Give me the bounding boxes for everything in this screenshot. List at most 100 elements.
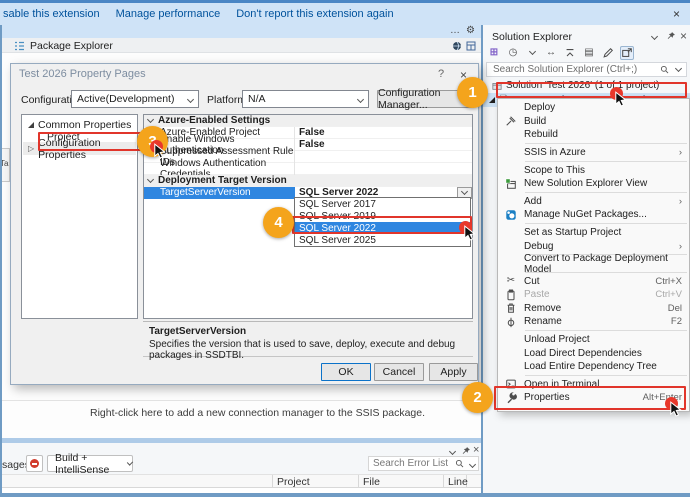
window-bottom-border xyxy=(0,493,690,497)
browser-icon[interactable] xyxy=(452,41,462,51)
property-value[interactable] xyxy=(295,151,472,163)
chevron-down-icon[interactable] xyxy=(651,33,658,40)
property-value[interactable]: False xyxy=(295,127,472,139)
pencil-icon[interactable] xyxy=(601,46,615,60)
menu-item-build[interactable]: Build xyxy=(498,115,689,129)
dropdown-chevron-icon[interactable] xyxy=(525,46,539,60)
property-value[interactable]: False xyxy=(295,139,472,151)
property-value[interactable] xyxy=(295,163,472,175)
help-icon[interactable]: ? xyxy=(438,68,444,80)
expanded-arrow-icon[interactable] xyxy=(489,97,495,103)
messages-filter-button[interactable] xyxy=(26,455,43,472)
build-icon xyxy=(498,115,524,127)
error-list-panel: × sages Build + IntelliSense Search Erro… xyxy=(0,443,481,497)
close-icon[interactable]: × xyxy=(680,29,687,43)
close-icon[interactable]: × xyxy=(673,7,680,21)
menu-item-load-direct-dependencies[interactable]: Load Direct Dependencies xyxy=(498,346,689,360)
menu-item-cut[interactable]: ✂CutCtrl+X xyxy=(498,275,689,289)
window-left-border xyxy=(0,25,2,494)
menu-item-label: Load Entire Dependency Tree xyxy=(524,361,682,372)
group-azure-settings[interactable]: Azure-Enabled Settings xyxy=(144,115,472,127)
menu-item-scope-to-this[interactable]: Scope to This xyxy=(498,163,689,177)
menu-item-unload-project[interactable]: Unload Project xyxy=(498,333,689,347)
disable-extension-link[interactable]: sable this extension xyxy=(3,8,100,20)
scissors-icon: ✂ xyxy=(498,276,524,286)
ok-button[interactable]: OK xyxy=(321,363,371,381)
dont-report-link[interactable]: Don't report this extension again xyxy=(236,8,393,20)
menu-item-label: Paste xyxy=(524,289,655,300)
chevron-down-icon[interactable] xyxy=(469,461,476,468)
search-icon[interactable] xyxy=(455,459,464,468)
menu-item-paste[interactable]: PasteCtrl+V xyxy=(498,288,689,302)
pin-icon[interactable] xyxy=(666,31,676,41)
preview-selected-items-icon[interactable] xyxy=(620,46,634,60)
menu-item-label: Unload Project xyxy=(524,334,682,345)
context-menu: DeployBuildRebuild SSIS in Azure› Scope to… xyxy=(497,98,690,412)
menu-item-label: New Solution Explorer View xyxy=(524,178,682,189)
error-list-search-input[interactable]: Search Error List xyxy=(368,456,479,471)
pin-icon[interactable] xyxy=(461,446,471,456)
package-explorer-icon xyxy=(14,41,25,51)
apply-button[interactable]: Apply xyxy=(429,363,478,381)
chevron-down-icon[interactable] xyxy=(449,448,456,455)
close-icon[interactable]: × xyxy=(473,444,479,456)
column-project[interactable]: Project xyxy=(277,476,310,488)
option-sql-2025[interactable]: SQL Server 2025 xyxy=(295,234,470,246)
solution-explorer-search-input[interactable]: Search Solution Explorer (Ctrl+;) xyxy=(486,62,687,77)
column-file[interactable]: File xyxy=(363,476,380,488)
menu-separator xyxy=(525,223,687,224)
column-line[interactable]: Line xyxy=(448,476,468,488)
menu-item-add[interactable]: Add› xyxy=(498,195,689,209)
mouse-cursor-icon xyxy=(669,401,684,417)
menu-item-label: Debug xyxy=(524,241,679,252)
package-explorer-tab-label[interactable]: Package Explorer xyxy=(30,40,113,52)
expanded-arrow-icon[interactable] xyxy=(28,122,34,128)
menu-item-shortcut: Del xyxy=(668,303,682,314)
property-name[interactable]: TargetServerVersion xyxy=(144,187,295,199)
submenu-arrow-icon: › xyxy=(679,196,682,207)
collapse-all-icon[interactable] xyxy=(563,46,577,60)
gear-icon[interactable]: ⚙ xyxy=(466,25,475,36)
menu-item-set-as-startup-project[interactable]: Set as Startup Project xyxy=(498,226,689,240)
manage-performance-link[interactable]: Manage performance xyxy=(116,8,221,20)
group-deployment-target[interactable]: Deployment Target Version xyxy=(144,175,472,187)
mouse-cursor-icon xyxy=(153,143,168,159)
history-filter-icon[interactable]: ◷ xyxy=(506,46,520,60)
menu-item-convert-to-package-deployment-model[interactable]: Convert to Package Deployment Model xyxy=(498,257,689,271)
platform-value: N/A xyxy=(248,93,266,105)
annotation-box-properties xyxy=(494,386,686,410)
menu-item-debug[interactable]: Debug› xyxy=(498,239,689,253)
menu-item-new-solution-explorer-view[interactable]: New Solution Explorer View xyxy=(498,177,689,191)
platform-combo[interactable]: N/A xyxy=(242,90,369,108)
cancel-button[interactable]: Cancel xyxy=(374,363,424,381)
rename-icon xyxy=(498,316,524,328)
menu-item-rebuild[interactable]: Rebuild xyxy=(498,128,689,142)
annotation-badge-4: 4 xyxy=(263,207,294,238)
menu-item-manage-nuget-packages[interactable]: Manage NuGet Packages... xyxy=(498,208,689,222)
menu-item-ssis-in-azure[interactable]: SSIS in Azure› xyxy=(498,146,689,160)
mouse-cursor-icon xyxy=(614,91,629,107)
collapsed-arrow-icon[interactable]: ▷ xyxy=(28,144,34,153)
annotation-box-sql-2022 xyxy=(292,216,472,234)
chevron-down-icon[interactable] xyxy=(675,65,682,72)
mouse-cursor-icon xyxy=(463,225,478,241)
solution-explorer-title: Solution Explorer xyxy=(492,31,572,43)
grid-panel-icon[interactable] xyxy=(466,41,476,51)
menu-item-remove[interactable]: RemoveDel xyxy=(498,302,689,316)
error-filter-combo[interactable]: Build + IntelliSense xyxy=(47,455,133,472)
menu-item-load-entire-dependency-tree[interactable]: Load Entire Dependency Tree xyxy=(498,360,689,374)
menu-item-deploy[interactable]: Deploy xyxy=(498,101,689,115)
more-options-icon[interactable]: … xyxy=(450,25,460,36)
annotation-box-project-node xyxy=(496,82,687,98)
property-row[interactable]: Windows Authentication Credentials xyxy=(144,163,472,175)
sync-active-document-icon[interactable]: ↔ xyxy=(544,46,558,60)
description-title: TargetServerVersion xyxy=(149,326,246,337)
switch-views-icon[interactable]: ⊞ xyxy=(487,46,501,60)
menu-item-rename[interactable]: RenameF2 xyxy=(498,315,689,329)
option-sql-2017[interactable]: SQL Server 2017 xyxy=(295,198,470,210)
show-all-files-icon[interactable]: ▤ xyxy=(582,46,596,60)
search-icon[interactable] xyxy=(660,65,669,74)
configuration-combo[interactable]: Active(Development) xyxy=(71,90,199,108)
menu-separator xyxy=(525,161,687,162)
package-explorer-tab-row: Package Explorer xyxy=(0,38,481,53)
